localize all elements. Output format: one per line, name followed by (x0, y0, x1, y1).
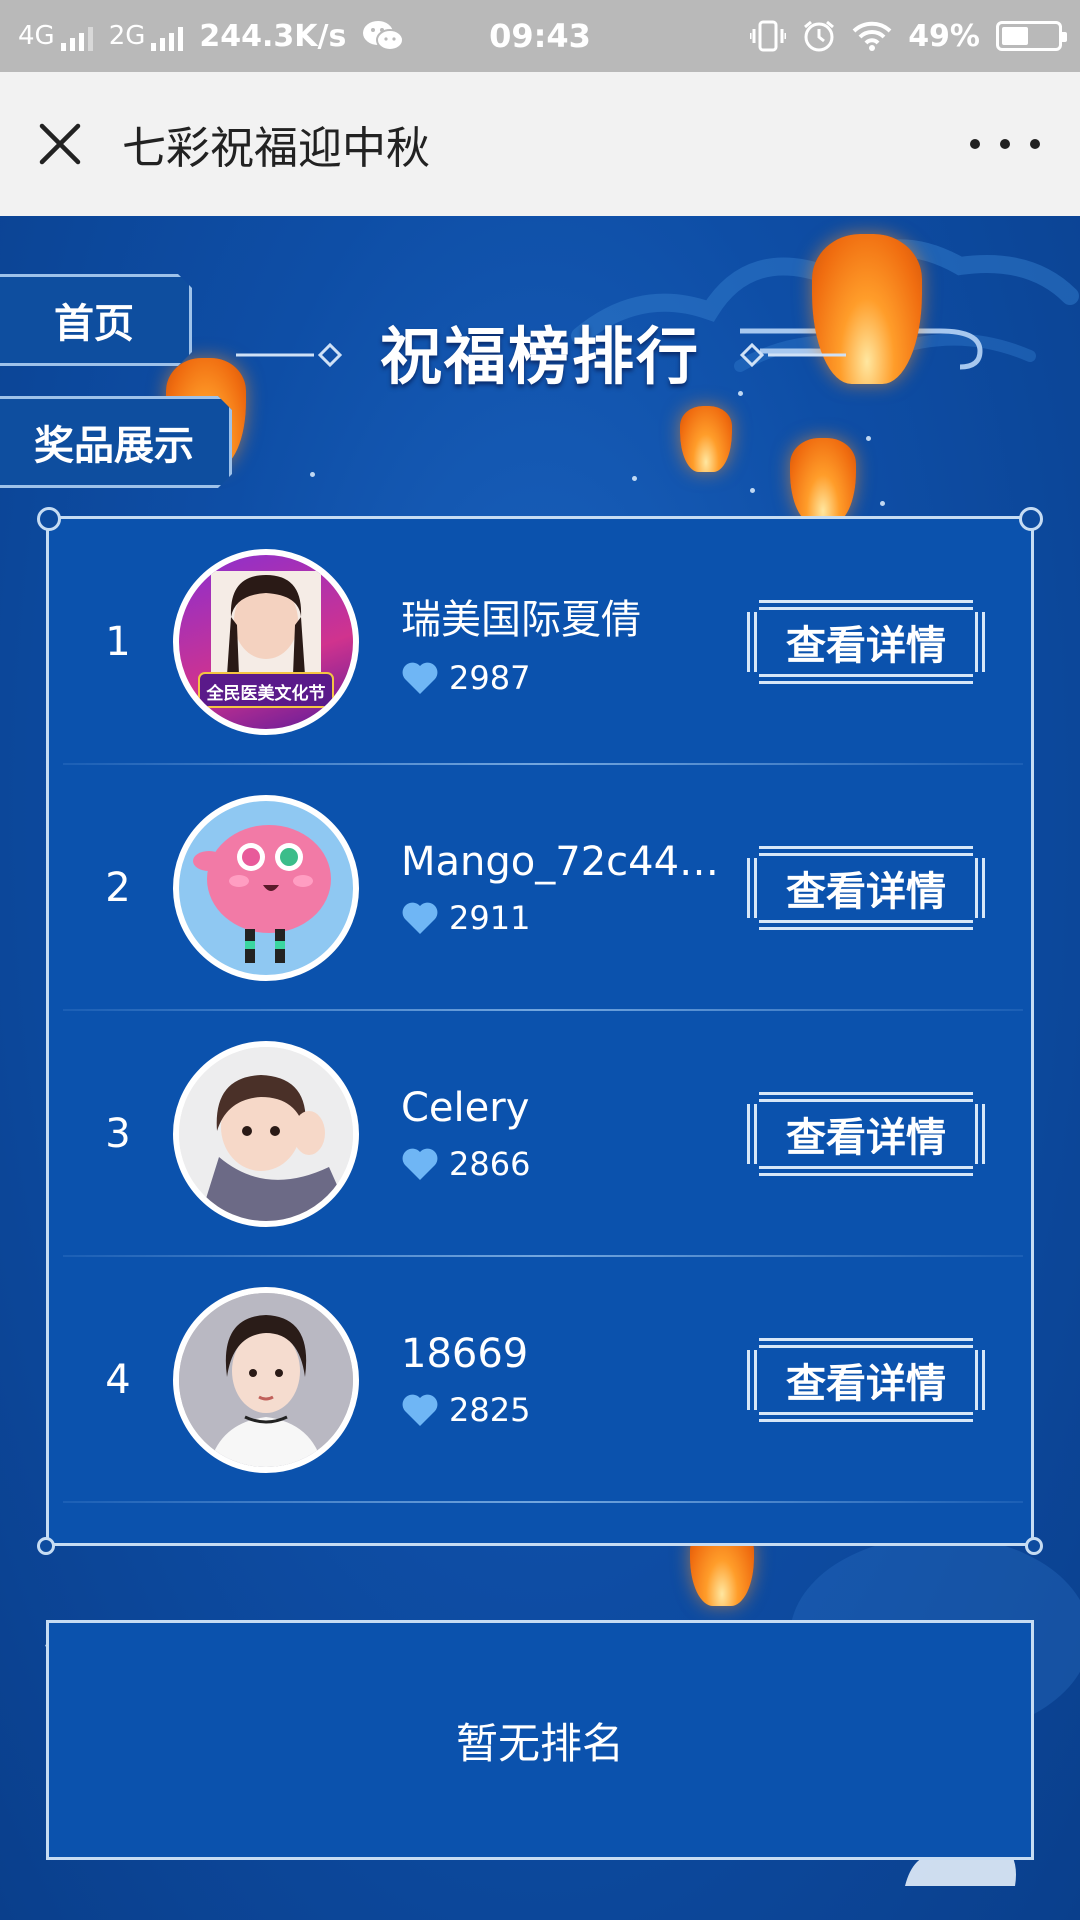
more-button[interactable] (970, 122, 1040, 166)
star (880, 501, 885, 506)
rank-number: 1 (105, 619, 131, 665)
star (866, 436, 871, 441)
signal-icon (60, 27, 93, 51)
star (632, 476, 637, 481)
nav-prizes-button[interactable]: 奖品展示 (0, 396, 232, 488)
heart-icon (402, 1148, 438, 1180)
ranking-row: 1 全民医美文化节 瑞美国际夏倩 2987 查看详情 (63, 519, 1023, 765)
like-count: 2911 (449, 899, 531, 937)
title-bar: 七彩祝福迎中秋 (0, 72, 1080, 216)
avatar-image (179, 1047, 353, 1221)
wifi-icon (852, 21, 892, 51)
view-details-button[interactable]: 查看详情 (747, 600, 985, 684)
close-button[interactable] (0, 72, 120, 216)
like-count: 2825 (449, 1391, 531, 1429)
vibrate-icon (750, 20, 787, 52)
more-icon (970, 139, 980, 149)
star (310, 472, 315, 477)
heart-icon (402, 1394, 438, 1426)
view-details-button[interactable]: 查看详情 (747, 1092, 985, 1176)
user-name: 瑞美国际夏倩 (401, 597, 641, 643)
avatar (173, 1287, 359, 1473)
ranking-panel: 1 全民医美文化节 瑞美国际夏倩 2987 查看详情 2 Mango_72c44… (37, 507, 1043, 1555)
alarm-icon (804, 20, 835, 52)
view-details-label: 查看详情 (786, 868, 946, 915)
page-title: 七彩祝福迎中秋 (122, 123, 430, 174)
view-details-button[interactable]: 查看详情 (747, 846, 985, 930)
board-title: 祝福榜排行 (379, 320, 700, 393)
user-name: Celery (401, 1085, 530, 1131)
ranking-scene: 首页 奖品展示 祝福榜排行 1 全民医美文化节 瑞美国际夏倩 2987 查看详情… (0, 216, 1080, 1920)
network-speed: 244.3K/s (199, 18, 347, 54)
user-name: 18669 (401, 1331, 529, 1377)
avatar (173, 1041, 359, 1227)
avatar-image (179, 1293, 353, 1467)
view-details-label: 查看详情 (786, 1360, 946, 1407)
avatar-image (193, 825, 331, 963)
status-bar: 4G 2G 244.3K/s 09:43 49% (0, 0, 1080, 72)
nav-prizes-label: 奖品展示 (34, 422, 194, 469)
avatar: 全民医美文化节 (173, 549, 359, 735)
view-details-label: 查看详情 (786, 622, 946, 669)
network-label-4g: 4G (18, 21, 55, 51)
network-label-2g: 2G (108, 21, 146, 51)
rank-number: 3 (105, 1111, 131, 1157)
heart-icon (402, 662, 438, 694)
star (750, 488, 755, 493)
lantern-icon (790, 438, 856, 524)
ranking-row: 4 18669 2825 查看详情 (63, 1257, 1023, 1503)
wechat-icon (363, 21, 405, 51)
heart-icon (402, 902, 438, 934)
view-details-button[interactable]: 查看详情 (747, 1338, 985, 1422)
lantern-icon (680, 406, 732, 472)
signal-icon (151, 27, 184, 51)
my-rank-panel: 暂无排名 (46, 1620, 1034, 1860)
battery-icon (996, 21, 1067, 51)
rank-number: 4 (105, 1357, 131, 1403)
ranking-row: 2 Mango_72c4447… 2911 查看详情 (63, 765, 1023, 1011)
empty-rank-text: 暂无排名 (455, 1718, 624, 1768)
avatar (173, 795, 359, 981)
rank-number: 2 (105, 865, 131, 911)
ranking-row: 3 Celery 2866 查看详情 (63, 1011, 1023, 1257)
battery-percent: 49% (908, 18, 980, 54)
close-icon (39, 123, 81, 165)
network-4g: 4G (18, 21, 93, 51)
user-name: Mango_72c4447… (401, 839, 741, 885)
network-2g: 2G (109, 21, 184, 51)
like-count: 2987 (449, 659, 531, 697)
view-details-label: 查看详情 (786, 1114, 946, 1161)
like-count: 2866 (449, 1145, 531, 1183)
avatar-caption: 全民医美文化节 (206, 684, 326, 704)
